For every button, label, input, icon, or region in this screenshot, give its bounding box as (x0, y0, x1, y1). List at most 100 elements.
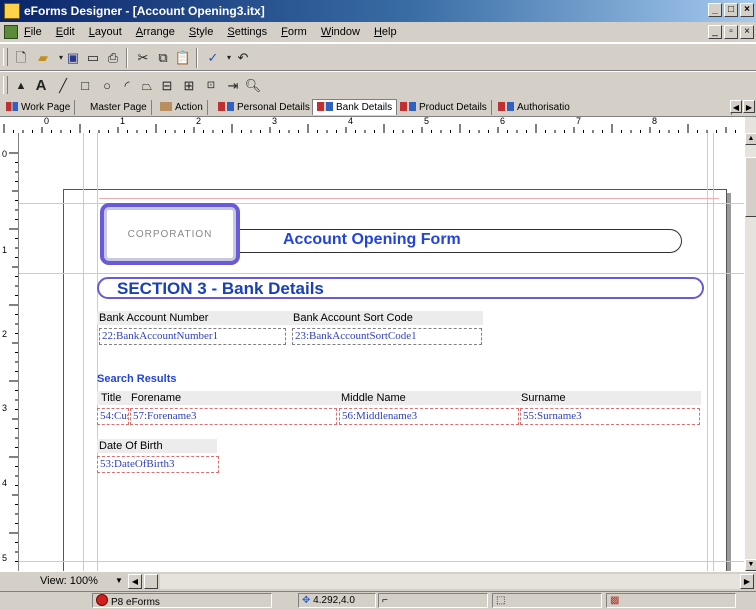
horizontal-scrollbar[interactable] (160, 574, 740, 589)
tab-personal-details[interactable]: Personal Details (214, 100, 315, 115)
ruler-label: 2 (2, 329, 8, 339)
search-results-label[interactable]: Search Results (97, 373, 176, 385)
polygon-tool-icon[interactable]: ⏢ (138, 77, 156, 95)
scroll-left-icon[interactable]: ◀ (128, 574, 142, 589)
app-icon[interactable] (4, 3, 20, 19)
scroll-right-icon[interactable]: ▶ (740, 574, 754, 589)
grid-tool-icon[interactable]: ⊞ (180, 77, 198, 95)
horizontal-ruler: 0 1 2 3 4 5 6 7 8 (0, 117, 744, 134)
zoom-icon[interactable]: 🔍︎ (244, 77, 262, 95)
title-label[interactable]: Title (99, 391, 129, 405)
menu-layout[interactable]: Layout (89, 26, 122, 38)
menu-edit[interactable]: Edit (56, 26, 75, 38)
form-title-box[interactable]: Account Opening Form (231, 229, 682, 253)
surname-field[interactable]: 55:Surname3 (520, 408, 700, 425)
maximize-button[interactable]: □ (724, 3, 738, 17)
page-status-icon: ▩ (610, 595, 620, 606)
print-preview-icon[interactable]: ▭ (84, 49, 102, 67)
status-app-text: P8 eForms (111, 597, 160, 608)
ruler-label: 7 (576, 117, 582, 126)
vertical-scrollbar[interactable]: ▲ ▼ (744, 117, 756, 571)
tab-master-page[interactable]: Master Page (86, 100, 152, 115)
new-icon[interactable]: 🗋 (12, 49, 30, 67)
menu-arrange[interactable]: Arrange (136, 26, 175, 38)
copy-icon[interactable]: ⧉ (154, 49, 172, 67)
status-app-panel: P8 eForms (92, 593, 272, 608)
menu-style[interactable]: Style (189, 26, 213, 38)
tab-action[interactable]: Action (156, 100, 208, 115)
surname-label[interactable]: Surname (519, 391, 619, 405)
bank-account-number-field[interactable]: 22:BankAccountNumber1 (99, 328, 286, 345)
menu-form[interactable]: Form (281, 26, 307, 38)
forename-field[interactable]: 57:Forename3 (130, 408, 337, 425)
ellipse-tool-icon[interactable]: ○ (98, 77, 116, 95)
scroll-up-icon[interactable]: ▲ (745, 133, 756, 145)
middle-name-label[interactable]: Middle Name (339, 391, 459, 405)
forename-label[interactable]: Forename (129, 391, 229, 405)
tab-scroll-right-icon[interactable]: ▶ (743, 100, 755, 113)
design-canvas[interactable]: Account Opening Form CORPORATION SECTION… (19, 133, 744, 571)
guide-line[interactable] (19, 561, 744, 562)
menu-file[interactable]: File (24, 26, 42, 38)
doc-close-button[interactable]: × (740, 25, 754, 39)
status-page-panel: ▩ (606, 593, 736, 608)
cut-icon[interactable]: ✂ (134, 49, 152, 67)
guide-line[interactable] (97, 133, 98, 571)
ruler-label: 0 (44, 117, 50, 126)
crosshair-icon: ✥ (302, 595, 311, 606)
page-icon (498, 102, 514, 111)
window-title: eForms Designer - [Account Opening3.itx] (24, 4, 265, 18)
button-tool-icon[interactable]: ⊡ (202, 77, 220, 95)
bank-account-number-label[interactable]: Bank Account Number (97, 311, 291, 325)
tab-product-details[interactable]: Product Details (396, 100, 492, 115)
date-of-birth-label[interactable]: Date Of Birth (97, 439, 217, 453)
tab-work-page[interactable]: Work Page (2, 100, 76, 115)
sort-code-field[interactable]: 23:BankAccountSortCode1 (292, 328, 482, 345)
title-field[interactable]: 54:Custc (97, 408, 129, 425)
middle-name-field[interactable]: 56:Middlename3 (339, 408, 519, 425)
app-status-icon (96, 594, 108, 606)
toolbar-grip[interactable] (3, 48, 8, 66)
paste-icon[interactable]: 📋 (174, 49, 192, 67)
text-tool-icon[interactable]: A (32, 77, 50, 95)
guide-line[interactable] (19, 273, 744, 274)
scroll-thumb[interactable] (745, 157, 756, 217)
arc-tool-icon[interactable]: ◜ (118, 77, 136, 95)
scroll-down-icon[interactable]: ▼ (745, 559, 756, 571)
guide-line[interactable] (83, 133, 84, 571)
menu-help[interactable]: Help (374, 26, 397, 38)
undo-icon[interactable]: ↶ (234, 49, 252, 67)
line-tool-icon[interactable]: ╱ (54, 77, 72, 95)
ruler-label: 1 (2, 245, 8, 255)
ruler-label: 0 (2, 149, 8, 159)
corporation-logo[interactable]: CORPORATION (100, 203, 240, 265)
pointer-icon[interactable]: ▲ (12, 77, 30, 95)
tab-scroll-left-icon[interactable]: ◀ (730, 100, 742, 113)
minimize-button[interactable]: _ (708, 3, 722, 17)
ruler-label: 5 (2, 553, 8, 563)
open-icon[interactable]: ▰ (34, 49, 52, 67)
menu-window[interactable]: Window (321, 26, 360, 38)
section-title: SECTION 3 - Bank Details (117, 279, 324, 298)
page-tabs: Work Page Master Page Action Personal De… (0, 98, 756, 117)
zoom-dropdown-icon[interactable]: ▼ (112, 574, 126, 589)
section-header[interactable]: SECTION 3 - Bank Details (97, 277, 704, 299)
menu-settings[interactable]: Settings (227, 26, 267, 38)
sort-code-label[interactable]: Bank Account Sort Code (291, 311, 483, 325)
page-margin-line (99, 198, 719, 199)
doc-minimize-button[interactable]: _ (708, 25, 722, 39)
ruler-label: 4 (2, 478, 8, 488)
tab-authorisation[interactable]: Authorisatio (494, 100, 732, 115)
document-icon[interactable] (4, 25, 18, 39)
hscroll-thumb[interactable] (144, 574, 158, 589)
toolbar-grip[interactable] (3, 76, 8, 94)
rectangle-tool-icon[interactable]: □ (76, 77, 94, 95)
tab-bank-details[interactable]: Bank Details (312, 99, 398, 115)
table-tool-icon[interactable]: ⊟ (158, 77, 176, 95)
print-icon[interactable]: ⎙ (104, 49, 122, 67)
tab-order-icon[interactable]: ⇥ (224, 77, 242, 95)
date-of-birth-field[interactable]: 53:DateOfBirth3 (97, 456, 219, 473)
doc-restore-button[interactable]: ▫ (724, 25, 738, 39)
close-button[interactable]: × (740, 3, 754, 17)
save-icon[interactable]: ▣ (64, 49, 82, 67)
